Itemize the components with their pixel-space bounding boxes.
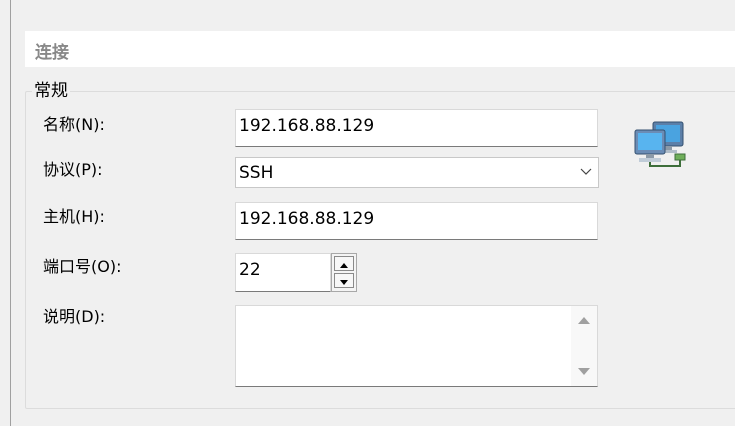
name-input[interactable]: 192.168.88.129 — [235, 109, 598, 147]
description-label: 说明(D): — [43, 307, 106, 326]
host-label: 主机(H): — [43, 207, 105, 226]
scroll-up-arrow-icon[interactable] — [578, 316, 590, 324]
triangle-up-icon — [340, 263, 348, 268]
port-decrement-button[interactable] — [334, 273, 354, 288]
section-title: 连接 — [35, 43, 69, 63]
protocol-select[interactable]: SSH — [235, 157, 599, 188]
port-increment-button[interactable] — [334, 256, 354, 271]
triangle-down-icon — [340, 280, 348, 285]
group-title: 常规 — [32, 80, 70, 102]
protocol-label: 协议(P): — [43, 160, 103, 179]
section-header: 连接 — [25, 31, 735, 67]
scroll-down-arrow-icon[interactable] — [578, 368, 590, 376]
host-input[interactable]: 192.168.88.129 — [235, 202, 598, 240]
chevron-down-icon — [580, 168, 592, 175]
left-panel-edge — [0, 0, 11, 426]
port-label: 端口号(O): — [43, 257, 122, 276]
description-textarea[interactable] — [235, 305, 598, 387]
name-label: 名称(N): — [43, 115, 105, 134]
description-scrollbar[interactable] — [571, 306, 597, 386]
port-input[interactable]: 22 — [235, 253, 331, 292]
protocol-selected-value: SSH — [239, 163, 274, 183]
network-computers-icon — [634, 121, 686, 167]
port-spinner — [331, 253, 357, 292]
